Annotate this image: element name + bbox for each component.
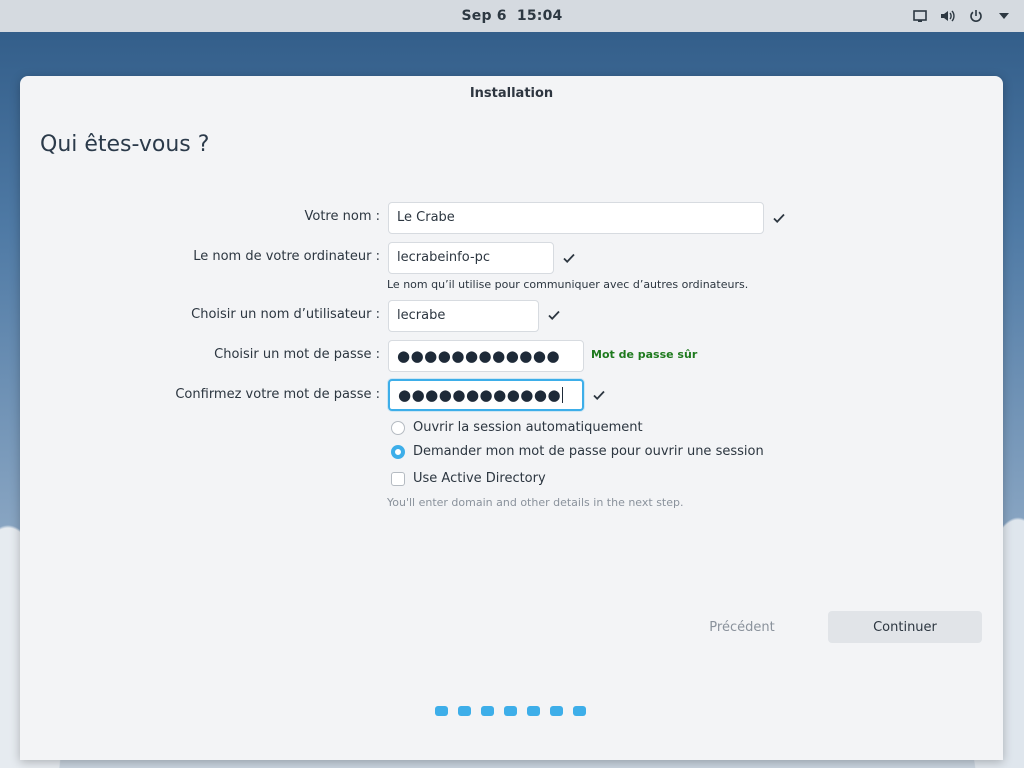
system-tray	[912, 8, 1012, 24]
username-label: Choisir un nom d’utilisateur :	[191, 307, 380, 322]
back-button[interactable]: Précédent	[688, 611, 796, 643]
computer-name-field[interactable]: lecrabeinfo-pc	[388, 242, 554, 274]
menu-arrow-icon[interactable]	[996, 8, 1012, 24]
page-title: Qui êtes-vous ?	[40, 132, 210, 157]
volume-icon[interactable]	[940, 8, 956, 24]
check-icon	[593, 390, 605, 400]
check-icon	[773, 213, 785, 223]
text-caret	[562, 387, 564, 403]
password-strength: Mot de passe sûr	[591, 348, 698, 361]
display-icon[interactable]	[912, 8, 928, 24]
confirm-password-field[interactable]: ●●●●●●●●●●●●	[388, 379, 584, 411]
name-label: Votre nom :	[304, 209, 381, 224]
ask-password-label: Demander mon mot de passe pour ouvrir un…	[413, 444, 764, 459]
step-indicator	[573, 706, 586, 716]
password-label: Choisir un mot de passe :	[214, 347, 380, 362]
auto-login-label: Ouvrir la session automatiquement	[413, 420, 643, 435]
step-indicator	[550, 706, 563, 716]
password-field[interactable]: ●●●●●●●●●●●●	[388, 340, 584, 372]
auto-login-radio[interactable]	[391, 420, 405, 435]
top-panel: Sep 6 15:04	[0, 0, 1024, 32]
window-title: Installation	[469, 86, 554, 101]
installer-window: Installation Qui êtes-vous ? Votre nom :…	[20, 76, 1003, 760]
name-field[interactable]: Le Crabe	[388, 202, 764, 234]
active-directory-label: Use Active Directory	[413, 471, 546, 486]
check-icon	[563, 253, 575, 263]
confirm-label: Confirmez votre mot de passe :	[175, 387, 380, 402]
ask-password-radio[interactable]	[391, 444, 405, 459]
computer-name-hint: Le nom qu’il utilise pour communiquer av…	[387, 278, 749, 291]
step-indicator	[435, 706, 448, 716]
step-indicator	[527, 706, 540, 716]
auto-login-option[interactable]: Ouvrir la session automatiquement	[391, 420, 643, 435]
active-directory-hint: You'll enter domain and other details in…	[387, 496, 684, 509]
power-icon[interactable]	[968, 8, 984, 24]
computer-label: Le nom de votre ordinateur :	[193, 249, 380, 264]
active-directory-option[interactable]: Use Active Directory	[391, 471, 546, 486]
check-icon	[548, 310, 560, 320]
clock-date: Sep 6	[461, 8, 507, 24]
confirm-password-value: ●●●●●●●●●●●●	[398, 386, 562, 404]
clock-time: 15:04	[516, 8, 563, 24]
password-value: ●●●●●●●●●●●●	[397, 347, 561, 365]
ask-password-option[interactable]: Demander mon mot de passe pour ouvrir un…	[391, 444, 764, 459]
continue-button[interactable]: Continuer	[828, 611, 982, 643]
username-field[interactable]: lecrabe	[388, 300, 539, 332]
clock[interactable]: Sep 6 15:04	[0, 8, 1024, 24]
step-indicator	[504, 706, 517, 716]
active-directory-checkbox[interactable]	[391, 471, 405, 486]
progress-steps	[435, 706, 586, 716]
step-indicator	[481, 706, 494, 716]
step-indicator	[458, 706, 471, 716]
